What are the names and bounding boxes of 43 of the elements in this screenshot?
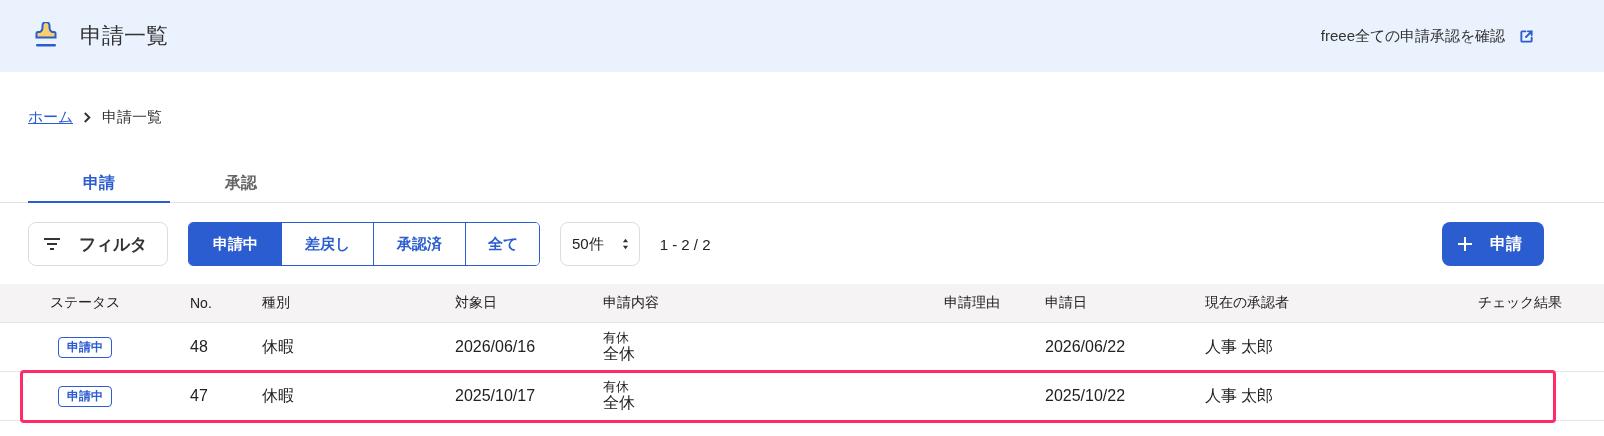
- chevron-right-icon: [83, 110, 92, 124]
- breadcrumb-link[interactable]: ホーム: [28, 107, 73, 127]
- table-cell-text: 2025/10/17: [455, 387, 537, 405]
- table-cell-text: 有休: [603, 380, 630, 395]
- filter-button[interactable]: フィルタ: [28, 222, 168, 266]
- table-cell-text: 休暇: [262, 385, 295, 406]
- column-header: 対象日: [455, 294, 498, 312]
- column-header: 申請内容: [603, 294, 660, 312]
- column-header: No.: [189, 295, 213, 311]
- column-header: ステータス: [49, 294, 121, 312]
- filter-icon: [43, 237, 61, 251]
- page-size-select[interactable]: 50件: [560, 222, 640, 266]
- table-cell-text: 2026/06/16: [455, 338, 537, 356]
- table-cell-text: 人事 太郎: [1205, 336, 1275, 357]
- tab[interactable]: 承認: [170, 165, 312, 203]
- sort-caret-icon: [621, 238, 629, 250]
- table-cell-text: 48: [189, 338, 209, 356]
- page-title: 申請一覧: [80, 22, 168, 50]
- tab[interactable]: 申請: [28, 165, 170, 203]
- external-link[interactable]: freee全ての申請承認を確認: [1320, 26, 1505, 46]
- status-filter-button[interactable]: 申請中: [189, 223, 281, 265]
- status-filter-button[interactable]: 全て: [465, 223, 539, 265]
- column-header: 現在の承認者: [1205, 294, 1290, 312]
- column-header: 申請日: [1045, 294, 1088, 312]
- table-cell-text: 全休: [603, 394, 636, 412]
- column-header: チェック結果: [1477, 294, 1562, 312]
- table-cell-text: 休暇: [262, 336, 295, 357]
- external-link-icon[interactable]: [1519, 28, 1534, 44]
- table-cell-text: 2026/06/22: [1045, 338, 1127, 356]
- plus-icon: [1458, 237, 1472, 251]
- status-badge: 申請中: [58, 336, 112, 358]
- table-cell-text: 2025/10/22: [1045, 387, 1127, 405]
- new-request-button[interactable]: 申請: [1442, 222, 1544, 266]
- table-cell-text: 全休: [603, 345, 636, 363]
- table-cell-text: 47: [189, 387, 209, 405]
- table-cell-text: 人事 太郎: [1205, 385, 1275, 406]
- stamp-icon: [34, 22, 58, 50]
- result-count: 1 - 2 / 2: [659, 235, 712, 253]
- table-cell-text: 有休: [603, 331, 630, 346]
- status-badge: 申請中: [58, 385, 112, 407]
- column-header: 申請理由: [943, 294, 1001, 312]
- breadcrumb-current: 申請一覧: [102, 107, 162, 127]
- column-header: 種別: [262, 294, 291, 312]
